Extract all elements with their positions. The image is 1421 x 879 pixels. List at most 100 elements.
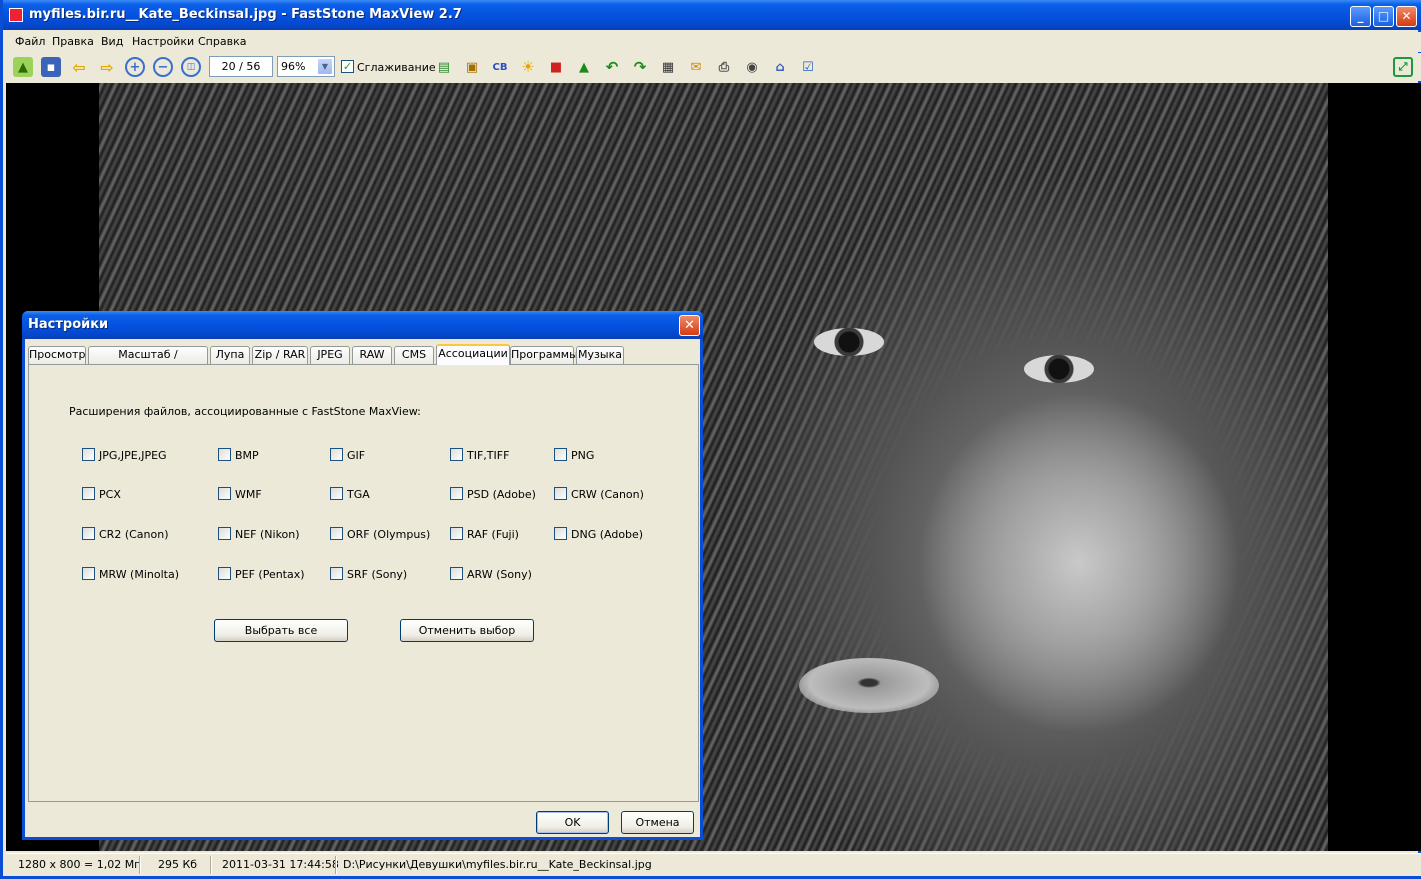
zoom-out-icon[interactable]: −: [153, 57, 173, 77]
checkbox-label: ORF (Olympus): [347, 528, 431, 541]
checkbox-label: GIF: [347, 449, 366, 462]
minimize-button[interactable]: _: [1350, 6, 1371, 27]
checkbox-label: DNG (Adobe): [571, 528, 644, 541]
checkbox-srf[interactable]: [330, 567, 343, 580]
title-bar[interactable]: myfiles.bir.ru__Kate_Beckinsal.jpg - Fas…: [3, 0, 1421, 30]
smoothing-label: Сглаживание: [357, 61, 436, 74]
toolbar: ▲ ▪ ⇦ ⇨ + − ◫ 20 / 56 96% ▼ ✓ Сглаживани…: [6, 53, 1421, 81]
deselect-all-button[interactable]: Отменить выбор: [400, 619, 534, 642]
tab-music[interactable]: Музыка: [576, 346, 624, 364]
select-all-button[interactable]: Выбрать все: [214, 619, 348, 642]
checkbox-mrw[interactable]: [82, 567, 95, 580]
actual-size-icon[interactable]: ◫: [181, 57, 201, 77]
checkbox-gif[interactable]: [330, 448, 343, 461]
smoothing-checkbox[interactable]: ✓: [341, 60, 354, 73]
checkbox-label: SRF (Sony): [347, 568, 408, 581]
menu-bar: Файл Правка Вид Настройки Справка: [6, 32, 1421, 52]
checkbox-psd[interactable]: [450, 487, 463, 500]
checkbox-wmf[interactable]: [218, 487, 231, 500]
ok-button[interactable]: OK: [536, 811, 609, 834]
menu-settings[interactable]: Настройки: [132, 35, 194, 48]
cancel-button[interactable]: Отмена: [621, 811, 694, 834]
email-icon[interactable]: ✉: [686, 57, 706, 77]
colors-icon[interactable]: ■: [546, 57, 566, 77]
checkbox-label: MRW (Minolta): [99, 568, 180, 581]
tab-magnifier[interactable]: Лупа: [210, 346, 250, 364]
color-balance-icon[interactable]: CB: [490, 57, 510, 77]
next-arrow-icon[interactable]: ⇨: [97, 57, 117, 77]
zoom-select[interactable]: 96% ▼: [277, 56, 335, 77]
menu-view[interactable]: Вид: [101, 35, 123, 48]
checkbox-arw[interactable]: [450, 567, 463, 580]
menu-edit[interactable]: Правка: [52, 35, 94, 48]
tab-programs[interactable]: Программы: [510, 346, 578, 364]
checkbox-crw[interactable]: [554, 487, 567, 500]
checkbox-png[interactable]: [554, 448, 567, 461]
tab-view[interactable]: Просмотр: [28, 346, 86, 364]
scanner-icon[interactable]: ⌂: [770, 57, 790, 77]
checkbox-orf[interactable]: [330, 527, 343, 540]
checkbox-raf[interactable]: [450, 527, 463, 540]
open-folder-icon[interactable]: ▲: [13, 57, 33, 77]
checkbox-dng[interactable]: [554, 527, 567, 540]
sharpen-icon[interactable]: ▲: [574, 57, 594, 77]
camera-icon[interactable]: ◉: [742, 57, 762, 77]
checkbox-label: CRW (Canon): [571, 488, 644, 501]
close-button[interactable]: ✕: [1396, 6, 1417, 27]
rotate-right-icon[interactable]: ↷: [630, 57, 650, 77]
checkbox-cr2[interactable]: [82, 527, 95, 540]
slideshow-icon[interactable]: ▦: [658, 57, 678, 77]
checkbox-label: BMP: [235, 449, 259, 462]
app-icon: [9, 8, 23, 22]
status-date: 2011-03-31 17:44:58: [222, 858, 339, 871]
status-filesize: 295 Кб: [158, 858, 198, 871]
settings-checklist-icon[interactable]: ☑: [798, 57, 818, 77]
status-separator: [139, 856, 141, 874]
checkbox-label: ARW (Sony): [467, 568, 532, 581]
menu-file[interactable]: Файл: [15, 35, 45, 48]
checkbox-tif[interactable]: [450, 448, 463, 461]
checkbox-pef[interactable]: [218, 567, 231, 580]
checkbox-pcx[interactable]: [82, 487, 95, 500]
checkbox-nef[interactable]: [218, 527, 231, 540]
save-icon[interactable]: ▪: [41, 57, 61, 77]
checkbox-label: JPG,JPE,JPEG: [99, 449, 167, 462]
window-title: myfiles.bir.ru__Kate_Beckinsal.jpg - Fas…: [29, 7, 462, 22]
dialog-close-button[interactable]: ✕: [679, 315, 700, 336]
resize-icon[interactable]: ▤: [434, 57, 454, 77]
maximize-button[interactable]: □: [1373, 6, 1394, 27]
image-counter[interactable]: 20 / 56: [209, 56, 273, 77]
tab-associations[interactable]: Ассоциации: [436, 344, 510, 365]
chevron-down-icon[interactable]: ▼: [317, 58, 333, 75]
checkbox-label: PEF (Pentax): [235, 568, 305, 581]
checkbox-tga[interactable]: [330, 487, 343, 500]
checkbox-label: TGA: [347, 488, 370, 501]
menu-help[interactable]: Справка: [198, 35, 246, 48]
tab-zip-rar[interactable]: Zip / RAR: [252, 346, 308, 364]
dialog-title: Настройки: [28, 317, 109, 332]
checkbox-jpg[interactable]: [82, 448, 95, 461]
tab-raw[interactable]: RAW: [352, 346, 392, 364]
associations-caption: Расширения файлов, ассоциированные с Fas…: [69, 405, 421, 418]
tab-zoom-scroll[interactable]: Масштаб / Прокрутка: [88, 346, 208, 377]
fullscreen-icon[interactable]: ⤢: [1393, 57, 1413, 77]
zoom-in-icon[interactable]: +: [125, 57, 145, 77]
checkbox-label: PCX: [99, 488, 121, 501]
tab-cms[interactable]: CMS: [394, 346, 434, 364]
checkbox-label: PSD (Adobe): [467, 488, 536, 501]
print-icon[interactable]: ⎙: [714, 57, 734, 77]
crop-icon[interactable]: ▣: [462, 57, 482, 77]
checkbox-label: CR2 (Canon): [99, 528, 169, 541]
status-separator: [210, 856, 212, 874]
rotate-left-icon[interactable]: ↶: [602, 57, 622, 77]
status-separator: [335, 856, 337, 874]
dialog-title-bar[interactable]: Настройки ✕: [22, 311, 703, 339]
brightness-icon[interactable]: ☀: [518, 57, 538, 77]
tab-jpeg[interactable]: JPEG: [310, 346, 350, 364]
photo-lips: [799, 658, 939, 713]
checkbox-bmp[interactable]: [218, 448, 231, 461]
checkbox-label: PNG: [571, 449, 595, 462]
checkbox-label: RAF (Fuji): [467, 528, 519, 541]
checkbox-label: WMF: [235, 488, 262, 501]
previous-arrow-icon[interactable]: ⇦: [69, 57, 89, 77]
